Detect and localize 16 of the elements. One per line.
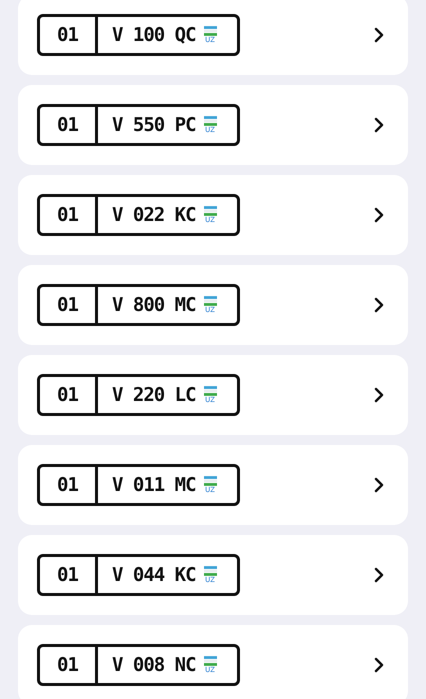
plate-number: V 008 NC xyxy=(111,653,196,678)
plate-number: V 220 LC xyxy=(111,383,196,408)
plate-number: V 022 KC xyxy=(111,203,196,228)
region-code: 01 xyxy=(40,467,98,503)
region-code: 01 xyxy=(40,17,98,53)
plate-number: V 011 MC xyxy=(111,473,196,498)
plate-number: V 044 KC xyxy=(111,563,196,588)
region-code: 01 xyxy=(40,287,98,323)
plate-number: V 550 PC xyxy=(111,113,196,138)
region-code: 01 xyxy=(40,557,98,593)
region-code: 01 xyxy=(40,107,98,143)
plate-number: V 800 MC xyxy=(111,293,196,318)
region-code: 01 xyxy=(40,197,98,233)
region-code: 01 xyxy=(40,377,98,413)
plate-number: V 100 QC xyxy=(111,23,196,48)
region-code: 01 xyxy=(40,647,98,683)
